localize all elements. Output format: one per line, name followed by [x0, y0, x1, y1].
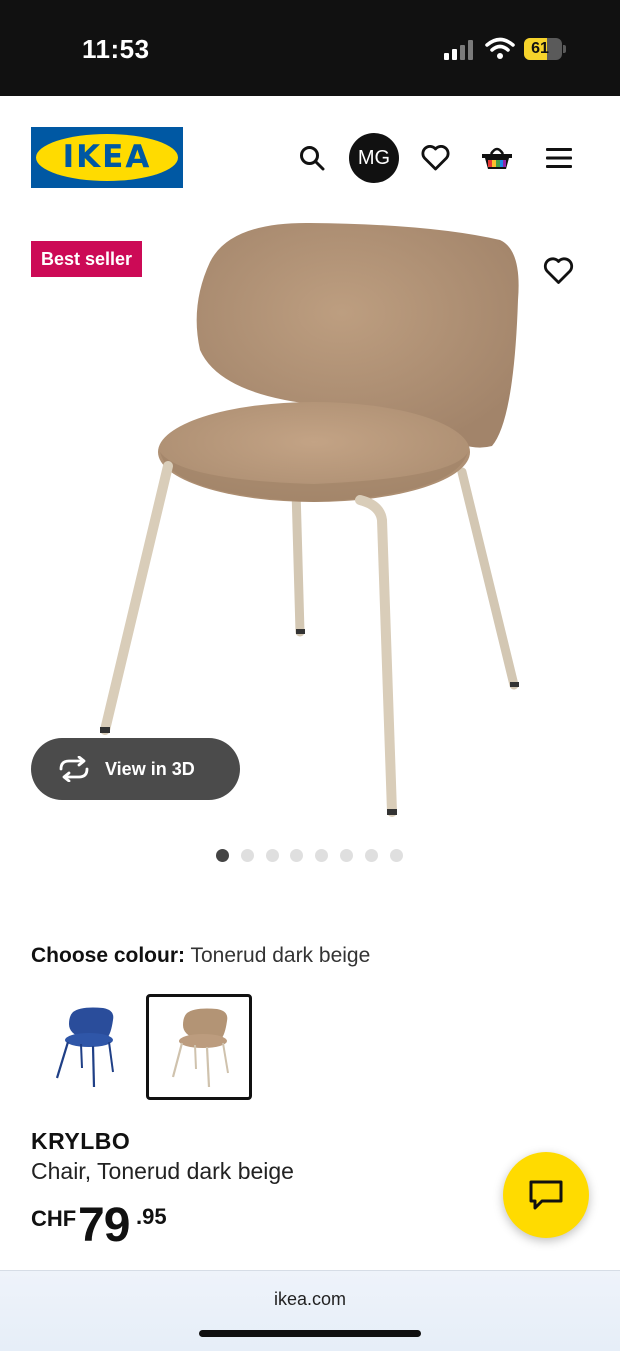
carousel-dot[interactable] — [216, 849, 229, 862]
status-time: 11:53 — [82, 34, 150, 64]
product-name: KRYLBO — [31, 1128, 131, 1154]
colour-swatch-tonerud-dark-beige[interactable] — [146, 994, 252, 1100]
battery-icon: 61 — [524, 38, 562, 60]
shopping-bag-icon[interactable] — [481, 142, 513, 172]
product-description: Chair, Tonerud dark beige — [31, 1158, 294, 1184]
view-in-3d-button[interactable]: View in 3D — [31, 738, 240, 800]
status-bar: 11:53 61 — [0, 0, 620, 96]
best-seller-badge: Best seller — [31, 241, 143, 277]
search-icon[interactable] — [299, 145, 325, 171]
carousel-dot[interactable] — [389, 849, 403, 862]
carousel-dot[interactable] — [290, 849, 304, 862]
ikea-logo[interactable]: IKEA — [31, 127, 183, 188]
carousel-dot[interactable] — [265, 849, 279, 862]
carousel-dot[interactable] — [340, 849, 353, 862]
price-decimal: .95 — [136, 1204, 167, 1229]
wifi-icon — [485, 37, 515, 59]
url-text[interactable]: ikea.com — [0, 1289, 620, 1310]
price-currency: CHF — [31, 1206, 77, 1231]
heart-icon[interactable] — [421, 145, 450, 171]
home-indicator[interactable] — [199, 1330, 421, 1337]
view-in-3d-label: View in 3D — [105, 759, 195, 779]
rotate-3d-icon — [59, 756, 89, 782]
battery-cap — [563, 45, 566, 53]
carousel-dot[interactable] — [364, 849, 378, 862]
signal-bars-icon — [444, 40, 473, 60]
blue-chair-thumbnail — [55, 1007, 114, 1088]
battery-percent: 61 — [531, 40, 549, 57]
choose-colour-label: Choose colour: — [31, 944, 186, 967]
menu-icon[interactable] — [546, 147, 572, 169]
carousel-dot[interactable] — [240, 849, 254, 862]
chat-icon — [529, 1180, 563, 1210]
user-avatar[interactable]: MG — [349, 133, 399, 183]
add-to-favourites-heart-icon[interactable] — [543, 257, 574, 285]
browser-url-bar[interactable]: ikea.com — [0, 1270, 620, 1351]
logo-text: IKEA — [62, 139, 152, 175]
beige-chair-thumbnail — [171, 1008, 229, 1088]
choose-colour: Choose colour: Tonerud dark beige — [31, 944, 370, 968]
chat-button[interactable] — [503, 1152, 589, 1238]
choose-colour-value: Tonerud dark beige — [190, 944, 371, 967]
price-integer: 79 — [78, 1199, 130, 1252]
carousel-dot[interactable] — [315, 849, 329, 862]
colour-swatch-blue[interactable] — [31, 994, 137, 1100]
